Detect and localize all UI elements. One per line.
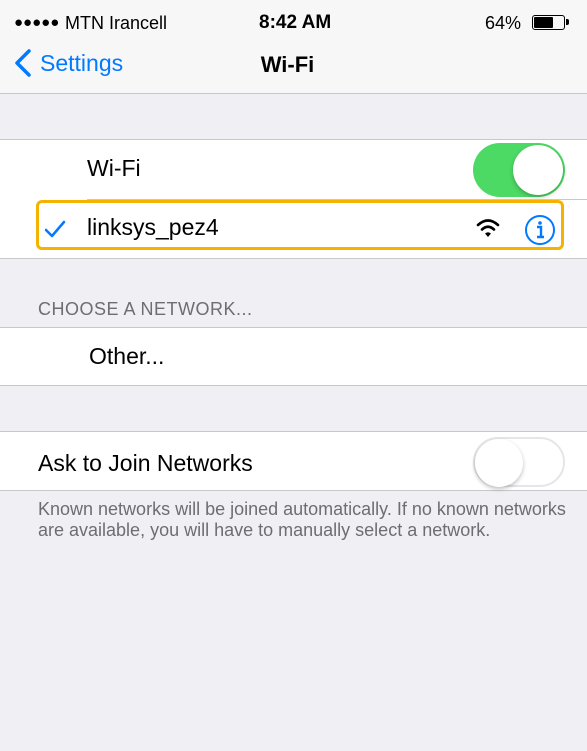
navigation-bar: Settings Wi-Fi <box>0 38 587 94</box>
signal-strength-icon: ●●●●● <box>14 14 60 31</box>
carrier-name: MTN Irancell <box>65 13 168 33</box>
wifi-toggle[interactable] <box>473 143 565 197</box>
toggle-knob <box>513 145 563 195</box>
status-bar: ●●●●● MTN Irancell 8:42 AM 64% <box>0 0 587 38</box>
choose-network-header: CHOOSE A NETWORK... <box>38 299 253 319</box>
battery-percent: 64% <box>485 13 522 33</box>
other-network-label: Other... <box>89 343 165 369</box>
ask-to-join-label: Ask to Join Networks <box>38 450 253 476</box>
ask-to-join-description: Known networks will be joined automatica… <box>38 499 566 540</box>
ask-to-join-group: Ask to Join Networks <box>0 431 587 491</box>
status-time: 8:42 AM <box>259 12 332 33</box>
selection-highlight <box>36 200 564 250</box>
wifi-label: Wi-Fi <box>87 155 141 181</box>
page-title: Wi-Fi <box>260 52 315 77</box>
other-network-group: Other... <box>0 327 587 386</box>
ask-to-join-row: Ask to Join Networks <box>0 432 587 490</box>
wifi-toggle-row: Wi-Fi <box>0 140 587 200</box>
toggle-knob <box>475 439 523 487</box>
ask-to-join-toggle[interactable] <box>473 437 565 487</box>
battery-icon <box>532 15 569 30</box>
other-network-row[interactable]: Other... <box>0 328 587 386</box>
